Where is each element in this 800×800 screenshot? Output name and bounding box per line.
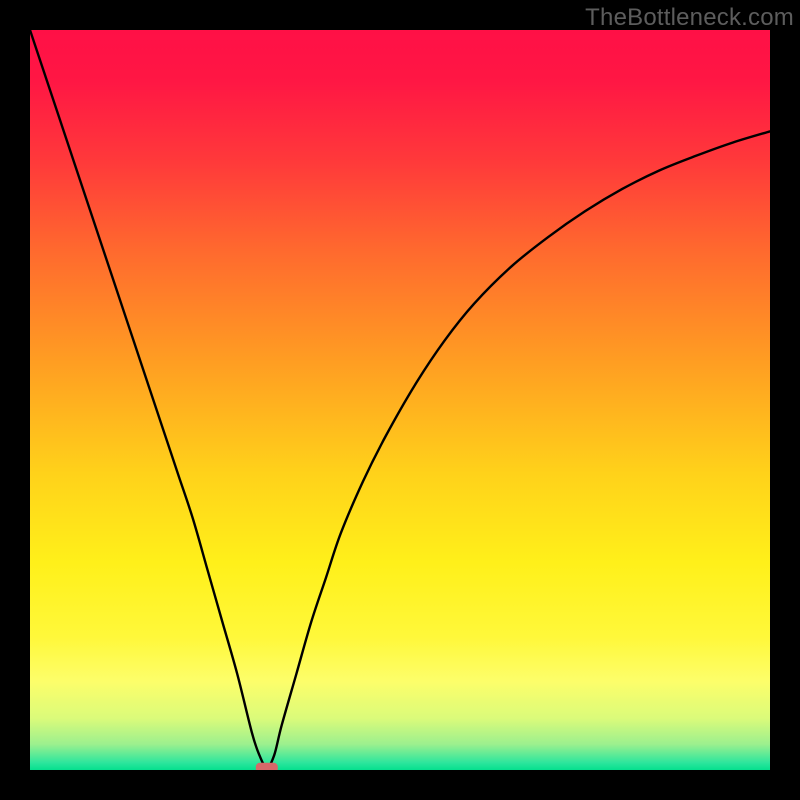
optimal-point-marker <box>256 763 278 770</box>
gradient-background <box>30 30 770 770</box>
chart-frame: TheBottleneck.com <box>0 0 800 800</box>
plot-area <box>30 30 770 770</box>
chart-svg <box>30 30 770 770</box>
watermark-text: TheBottleneck.com <box>585 4 794 32</box>
